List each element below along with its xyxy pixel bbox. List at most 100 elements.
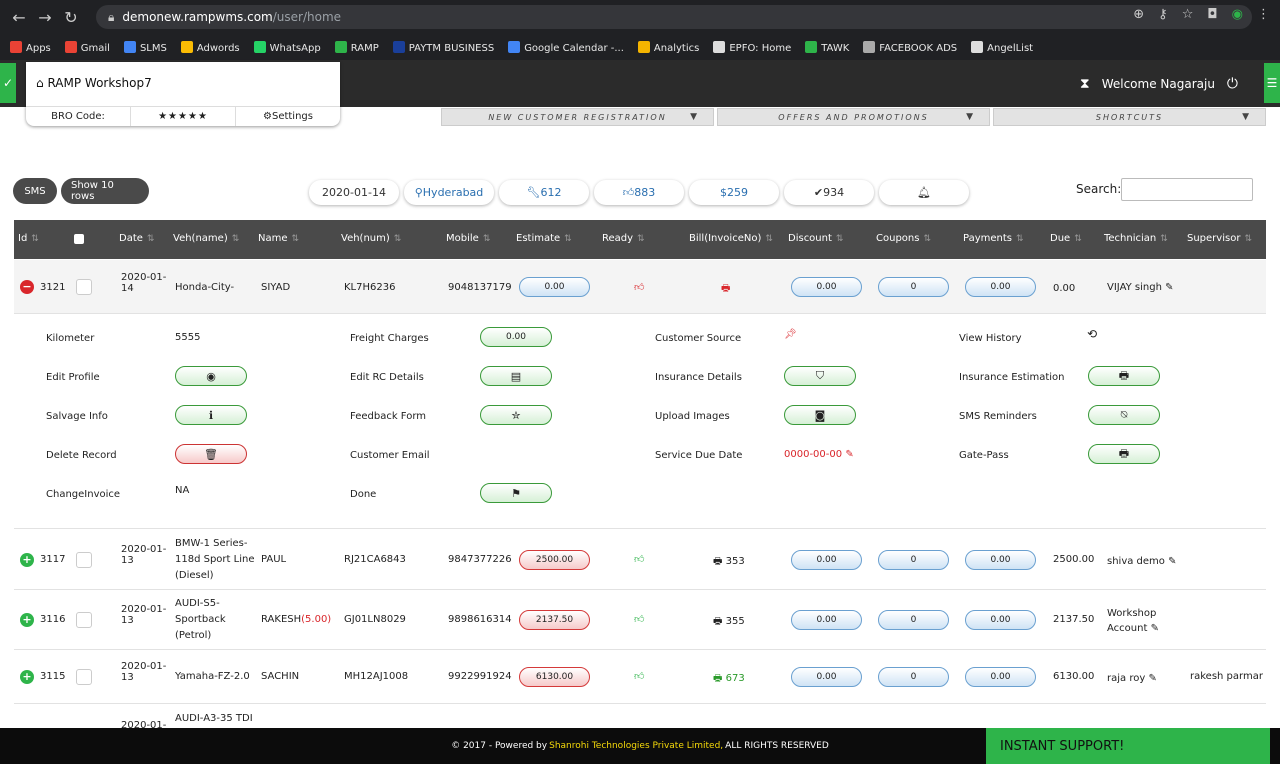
- bookmark-item[interactable]: Gmail: [64, 40, 110, 54]
- estimate-field[interactable]: 2500.00: [519, 550, 590, 570]
- bookmark-item[interactable]: Apps: [10, 40, 51, 54]
- expand-row-icon[interactable]: +: [20, 613, 34, 627]
- stat-date[interactable]: 2020-01-14: [309, 180, 399, 205]
- column-header[interactable]: Mobile ⇅: [446, 233, 490, 244]
- coupons-field[interactable]: 0: [878, 277, 949, 297]
- edit-icon[interactable]: ✎: [1165, 556, 1176, 567]
- edit-icon[interactable]: ✎: [1147, 623, 1159, 634]
- stat-notifications[interactable]: 🔔︎: [879, 180, 969, 205]
- payments-field[interactable]: 0.00: [965, 550, 1036, 570]
- salvage-button[interactable]: ℹ: [175, 405, 247, 425]
- bookmark-item[interactable]: EPFO: Home: [713, 40, 791, 54]
- right-menu-icon[interactable]: ☰: [1264, 63, 1280, 103]
- bookmark-item[interactable]: FACEBOOK ADS: [863, 40, 957, 54]
- left-toggle-icon[interactable]: ✓: [0, 63, 16, 103]
- stat-money[interactable]: $ 259: [689, 180, 779, 205]
- bookmark-item[interactable]: RAMP: [334, 40, 379, 54]
- bookmark-item[interactable]: WhatsApp: [253, 40, 321, 54]
- discount-field[interactable]: 0.00: [791, 667, 862, 687]
- estimate-field[interactable]: 6130.00: [519, 667, 590, 687]
- bookmark-item[interactable]: Analytics: [637, 40, 699, 54]
- service-due-value[interactable]: 0000-00-00 ✎: [784, 449, 854, 460]
- bill-print-icon[interactable]: 🖶: [721, 281, 730, 298]
- column-header[interactable]: Bill(InvoiceNo) ⇅: [689, 233, 773, 244]
- upload-images-button[interactable]: ◙: [784, 405, 856, 425]
- column-header[interactable]: Name ⇅: [258, 233, 299, 244]
- row-checkbox[interactable]: [76, 279, 92, 295]
- bill-invoice[interactable]: 🖶 355: [713, 614, 745, 631]
- coupons-field[interactable]: 0: [878, 550, 949, 570]
- power-icon[interactable]: ⏻: [1227, 76, 1238, 92]
- delete-record-button[interactable]: 🗑︎: [175, 444, 247, 464]
- insurance-estimation-button[interactable]: 🖶: [1088, 366, 1160, 386]
- collapse-row-icon[interactable]: −: [20, 280, 34, 294]
- sms-reminders-button[interactable]: ⍉: [1088, 405, 1160, 425]
- stat-checks[interactable]: ✔ 934: [784, 180, 874, 205]
- instant-support-button[interactable]: INSTANT SUPPORT!: [986, 728, 1270, 764]
- row-checkbox[interactable]: [76, 552, 92, 568]
- column-header[interactable]: Coupons ⇅: [876, 233, 931, 244]
- back-icon[interactable]: ←: [6, 8, 32, 27]
- column-header[interactable]: Payments ⇅: [963, 233, 1024, 244]
- workshop-title[interactable]: ⌂ RAMP Workshop7: [36, 76, 152, 90]
- feedback-button[interactable]: ✮: [480, 405, 552, 425]
- address-bar[interactable]: 🔒︎ demonew.rampwms.com/user/home: [96, 5, 1252, 29]
- forward-icon[interactable]: →: [32, 8, 58, 27]
- sms-button[interactable]: SMS: [13, 178, 57, 204]
- payments-field[interactable]: 0.00: [965, 610, 1036, 630]
- payments-field[interactable]: 0.00: [965, 667, 1036, 687]
- insurance-details-button[interactable]: ⛉: [784, 366, 856, 386]
- column-header[interactable]: Date ⇅: [119, 233, 154, 244]
- estimate-field[interactable]: 2137.50: [519, 610, 590, 630]
- ready-thumbs-up-icon[interactable]: 👍︎: [634, 613, 644, 625]
- column-header[interactable]: Supervisor ⇅: [1187, 233, 1252, 244]
- edit-icon[interactable]: ✎: [1165, 282, 1173, 293]
- column-header[interactable]: Veh(name) ⇅: [173, 233, 239, 244]
- stat-tools[interactable]: 🔧︎ 612: [499, 180, 589, 205]
- edit-rc-button[interactable]: ▤: [480, 366, 552, 386]
- ready-thumbs-up-icon[interactable]: 👍︎: [634, 281, 644, 293]
- column-header[interactable]: Ready ⇅: [602, 233, 645, 244]
- done-button[interactable]: ⚑: [480, 483, 552, 503]
- reload-icon[interactable]: ↻: [58, 8, 84, 27]
- gatepass-button[interactable]: 🖶: [1088, 444, 1160, 464]
- ready-thumbs-up-icon[interactable]: 👍︎: [634, 670, 644, 682]
- show-rows-button[interactable]: Show 10 rows: [61, 178, 149, 204]
- bookmark-item[interactable]: Google Calendar -...: [508, 40, 624, 54]
- offers-menu[interactable]: OFFERS AND PROMOTIONS ▼: [717, 108, 990, 126]
- settings-link[interactable]: ⚙ Settings: [236, 107, 340, 126]
- footer-company-link[interactable]: Shanrohi Technologies Private Limited,: [549, 741, 723, 751]
- bookmark-item[interactable]: SLMS: [123, 40, 167, 54]
- bill-invoice[interactable]: 🖶 353: [713, 554, 745, 571]
- expand-row-icon[interactable]: +: [20, 670, 34, 684]
- new-customer-registration-menu[interactable]: NEW CUSTOMER REGISTRATION ▼: [441, 108, 714, 126]
- select-all-checkbox[interactable]: [74, 234, 84, 244]
- coupons-field[interactable]: 0: [878, 610, 949, 630]
- discount-field[interactable]: 0.00: [791, 550, 862, 570]
- payments-field[interactable]: 0.00: [965, 277, 1036, 297]
- column-header[interactable]: Estimate ⇅: [516, 233, 572, 244]
- bookmark-item[interactable]: PAYTM BUSINESS: [392, 40, 494, 54]
- camera-icon[interactable]: ◘: [1207, 7, 1217, 22]
- column-header[interactable]: Technician ⇅: [1104, 233, 1168, 244]
- column-header[interactable]: Discount ⇅: [788, 233, 843, 244]
- coupons-field[interactable]: 0: [878, 667, 949, 687]
- star-icon[interactable]: ☆: [1182, 7, 1194, 22]
- row-checkbox[interactable]: [76, 669, 92, 685]
- edit-icon[interactable]: ✎: [1145, 673, 1156, 684]
- edit-profile-button[interactable]: ◉: [175, 366, 247, 386]
- bookmark-item[interactable]: Adwords: [180, 40, 240, 54]
- row-checkbox[interactable]: [76, 612, 92, 628]
- bookmark-item[interactable]: TAWK: [805, 40, 849, 54]
- bookmark-item[interactable]: AngelList: [971, 40, 1033, 54]
- menu-icon[interactable]: ⋮: [1257, 7, 1270, 22]
- shortcuts-menu[interactable]: SHORTCUTS ▼: [993, 108, 1266, 126]
- bill-invoice[interactable]: 🖶 673: [713, 671, 745, 688]
- location-icon[interactable]: ⊕: [1133, 7, 1144, 22]
- expand-row-icon[interactable]: +: [20, 553, 34, 567]
- key-icon[interactable]: ⚷: [1158, 7, 1168, 22]
- pin-icon[interactable]: 📌︎: [784, 329, 797, 340]
- discount-field[interactable]: 0.00: [791, 610, 862, 630]
- search-input[interactable]: [1121, 178, 1253, 201]
- stat-city[interactable]: ⚲ Hyderabad: [404, 180, 494, 205]
